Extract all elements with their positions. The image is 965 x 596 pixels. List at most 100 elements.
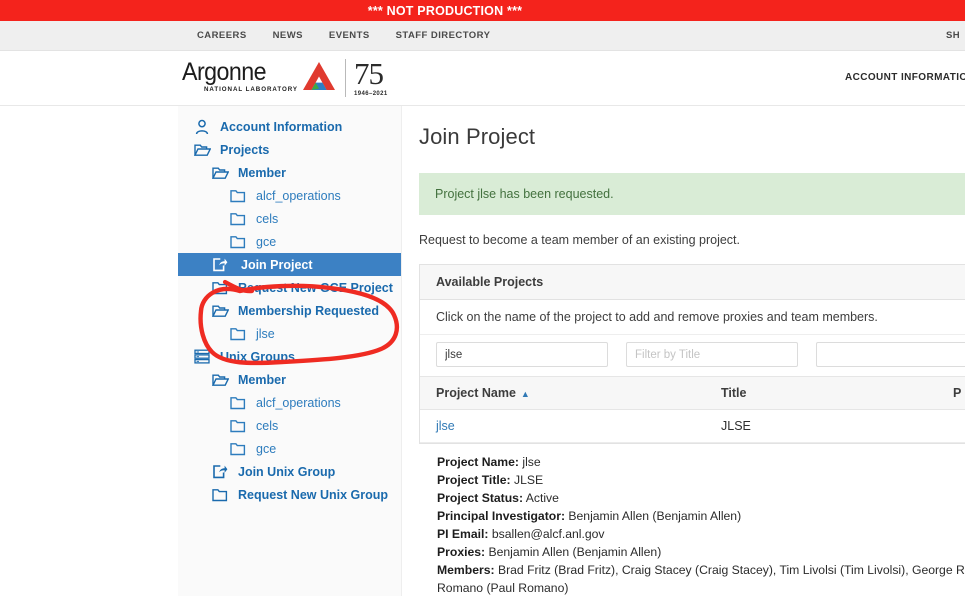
title-filter-input[interactable] (626, 342, 798, 367)
page-title: Join Project (419, 124, 536, 149)
cell-title: JLSE (705, 409, 937, 443)
detail-members: Members: Brad Fritz (Brad Fritz), Craig … (437, 561, 965, 596)
argonne-triangle-icon (302, 61, 336, 96)
sidebar-item-projects[interactable]: Projects (178, 138, 401, 161)
sidebar-label: cels (256, 211, 279, 226)
sidebar-label: alcf_operations (256, 188, 341, 203)
detail-label: Project Name: (437, 455, 519, 469)
sidebar-item-project-alcf-operations[interactable]: alcf_operations (178, 184, 401, 207)
success-alert: Project jlse has been requested. (419, 173, 965, 215)
account-information-link[interactable]: ACCOUNT INFORMATIO (845, 72, 965, 83)
not-production-text: *** NOT PRODUCTION *** (367, 3, 523, 18)
detail-value: Active (525, 491, 559, 505)
detail-label: PI Email: (437, 527, 489, 541)
sidebar-label: gce (256, 441, 277, 456)
sidebar-item-project-gce[interactable]: gce (178, 230, 401, 253)
detail-value: JLSE (514, 473, 544, 487)
argonne-wordmark: Argonne NATIONAL LABORATORY (182, 59, 298, 93)
column-header-label: Project Name (436, 386, 516, 400)
sidebar-label: Account Information (220, 119, 343, 134)
sidebar-label: jlse (256, 326, 275, 341)
folder-open-icon (212, 304, 232, 318)
main-content: Join Project Project jlse has been reque… (402, 106, 965, 596)
sidebar-item-membership-requested[interactable]: Membership Requested (178, 299, 401, 322)
panel-subheading: Click on the name of the project to add … (420, 300, 965, 335)
project-details: Project Name: jlse Project Title: JLSE P… (419, 444, 965, 596)
sidebar-item-unix-alcf-operations[interactable]: alcf_operations (178, 391, 401, 414)
server-icon (194, 349, 214, 364)
sidebar-item-join-project[interactable]: Join Project (178, 253, 401, 276)
project-link-jlse[interactable]: jlse (436, 419, 455, 433)
detail-project-name: Project Name: jlse (437, 453, 965, 471)
nav-careers[interactable]: CAREERS (197, 30, 247, 41)
anniversary-number: 75 (354, 56, 384, 91)
column-header-project-name[interactable]: Project Name ▲ (420, 376, 705, 410)
folder-icon (230, 396, 250, 410)
folder-icon (212, 281, 232, 295)
nav-staff-directory[interactable]: STAFF DIRECTORY (396, 30, 491, 41)
success-alert-text: Project jlse has been requested. (435, 187, 614, 201)
sidebar-label: Join Project (241, 257, 313, 272)
folder-icon (230, 419, 250, 433)
folder-icon (230, 327, 250, 341)
sidebar-label: Unix Groups (220, 349, 296, 364)
sort-asc-icon: ▲ (520, 389, 530, 399)
cell-project-name: jlse (420, 409, 705, 443)
column-header-label: Title (721, 386, 747, 400)
detail-value: Benjamin Allen (Benjamin Allen) (488, 545, 662, 559)
folder-icon (230, 235, 250, 249)
sidebar-label: gce (256, 234, 277, 249)
sidebar-label: Join Unix Group (238, 464, 336, 479)
intro-text: Request to become a team member of an ex… (419, 233, 740, 247)
detail-label: Principal Investigator: (437, 509, 565, 523)
detail-proxies: Proxies: Benjamin Allen (Benjamin Allen) (437, 543, 965, 561)
nav-shop[interactable]: SH (946, 30, 960, 41)
cell-pi (937, 409, 965, 443)
detail-value: Benjamin Allen (Benjamin Allen) (568, 509, 742, 523)
sidebar-nav: Account Information Projects Member alcf… (178, 106, 402, 596)
folder-icon (230, 212, 250, 226)
detail-project-status: Project Status: Active (437, 489, 965, 507)
utility-nav: CAREERS NEWS EVENTS STAFF DIRECTORY SH (0, 21, 965, 51)
sidebar-item-account-information[interactable]: Account Information (178, 115, 401, 138)
table-row: jlse JLSE (420, 409, 965, 443)
folder-open-icon (212, 373, 232, 387)
sidebar-item-unix-groups[interactable]: Unix Groups (178, 345, 401, 368)
projects-table: Project Name ▲ Title P jlse JLSE (420, 376, 965, 443)
detail-principal-investigator: Principal Investigator: Benjamin Allen (… (437, 507, 965, 525)
sidebar-label: Request New Unix Group (238, 487, 389, 502)
page-body: Account Information Projects Member alcf… (0, 106, 965, 596)
column-header-pi[interactable]: P (937, 376, 965, 410)
nav-events[interactable]: EVENTS (329, 30, 370, 41)
pi-filter-input[interactable] (816, 342, 965, 367)
argonne-logo[interactable]: Argonne NATIONAL LABORATORY 75 1946–2021 (182, 56, 388, 97)
sidebar-item-projects-member[interactable]: Member (178, 161, 401, 184)
folder-icon (212, 488, 232, 502)
share-box-icon (212, 464, 232, 479)
sidebar-item-unix-gce[interactable]: gce (178, 437, 401, 460)
sidebar-item-join-unix-group[interactable]: Join Unix Group (178, 460, 401, 483)
detail-label: Proxies: (437, 545, 486, 559)
sidebar-item-project-cels[interactable]: cels (178, 207, 401, 230)
panel-heading: Available Projects (420, 265, 965, 300)
utility-nav-links: CAREERS NEWS EVENTS STAFF DIRECTORY (197, 30, 490, 41)
sidebar-item-unix-cels[interactable]: cels (178, 414, 401, 437)
sidebar-label: Projects (220, 142, 270, 157)
detail-value: bsallen@alcf.anl.gov (491, 527, 605, 541)
sidebar-item-request-new-gce-project[interactable]: Request New GCE Project (178, 276, 401, 299)
detail-label: Project Title: (437, 473, 511, 487)
folder-open-icon (212, 166, 232, 180)
sidebar-item-requested-jlse[interactable]: jlse (178, 322, 401, 345)
column-header-title[interactable]: Title (705, 376, 937, 410)
detail-label: Members: (437, 563, 495, 577)
project-name-filter-input[interactable] (436, 342, 608, 367)
column-header-label: P (953, 386, 962, 400)
sidebar-label: alcf_operations (256, 395, 341, 410)
folder-icon (230, 189, 250, 203)
sidebar-label: Request New GCE Project (238, 280, 393, 295)
sidebar-item-unix-member[interactable]: Member (178, 368, 401, 391)
sidebar-item-request-new-unix-group[interactable]: Request New Unix Group (178, 483, 401, 506)
nav-news[interactable]: NEWS (273, 30, 303, 41)
folder-open-icon (194, 143, 214, 157)
anniversary-years: 1946–2021 (354, 91, 388, 97)
